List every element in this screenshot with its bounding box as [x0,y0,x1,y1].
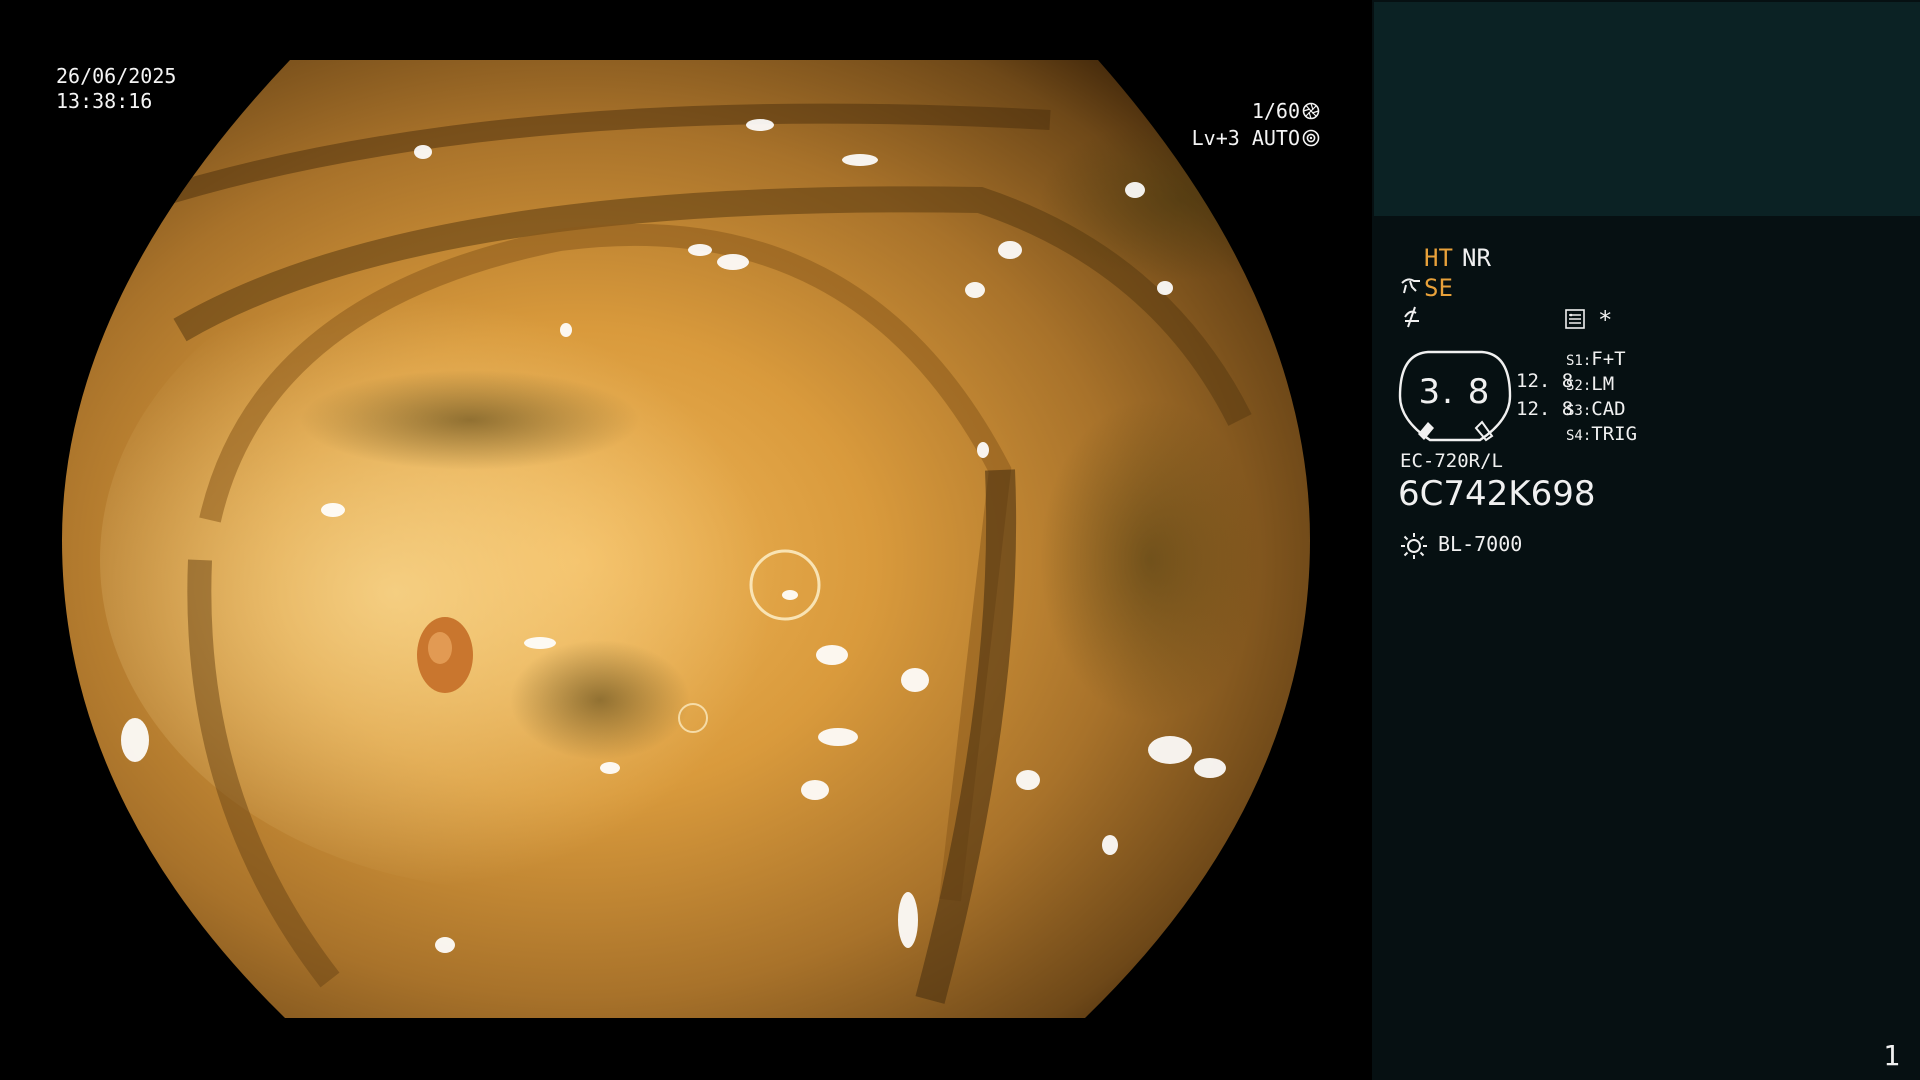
light-source-icon [1401,533,1427,559]
endoscopy-screen: 26/06/2025 13:38:16 1/60 Lv+3 AUTO HT NR… [0,0,1920,1080]
exam-date: 26/06/2025 [56,64,177,88]
switch-value: F+T [1591,348,1626,370]
zoom-max-bottom: 12. 8 [1516,398,1574,420]
scope-serial: 6C742K698 [1398,474,1596,514]
switch-key: S4: [1566,428,1592,444]
exposure-level: Lv+3 AUTO [1191,126,1300,150]
switch-s1: S1:F+T [1566,348,1626,370]
freeze-icon [1404,306,1419,328]
ht-indicator: HT [1424,244,1453,272]
nr-indicator: NR [1462,244,1491,272]
shutter-speed-readout: 1/60 [1252,99,1320,124]
page-number: 1 [1883,1039,1900,1072]
endoscope-video-area: 26/06/2025 13:38:16 1/60 Lv+3 AUTO [0,0,1372,1080]
record-icon [1565,309,1585,329]
switch-value: CAD [1591,398,1626,420]
switch-key: S1: [1566,353,1592,369]
zoom-value: 3. 8 [1418,372,1492,412]
auto-iris-icon [1302,129,1320,147]
switch-value: LM [1591,373,1615,395]
switch-key: S3: [1566,403,1592,419]
shutter-speed: 1/60 [1251,99,1300,123]
switch-value: TRIG [1591,423,1638,445]
scope-model: EC-720R/L [1400,450,1503,472]
star-indicator: * [1598,306,1613,334]
patient-info-header [1374,2,1920,216]
switch-key: S2: [1566,378,1592,394]
exam-time: 13:38:16 [56,89,153,113]
aperture-icon [1302,102,1320,120]
light-source-model: BL-7000 [1438,532,1523,556]
switch-s3: S3:CAD [1566,398,1626,420]
exposure-readout: Lv+3 AUTO [1192,126,1320,151]
switch-s2: S2:LM [1566,373,1614,395]
se-indicator: SE [1424,274,1453,302]
info-panel: HT NR SE * 3. 8 12. 8 12. 8 S1:F+T S2:LM… [1372,0,1920,1080]
zoom-max-top: 12. 8 [1516,370,1574,392]
hand-pointer-icon [1401,278,1420,294]
endoscope-image [62,60,1310,1018]
switch-s4: S4:TRIG [1566,423,1637,445]
